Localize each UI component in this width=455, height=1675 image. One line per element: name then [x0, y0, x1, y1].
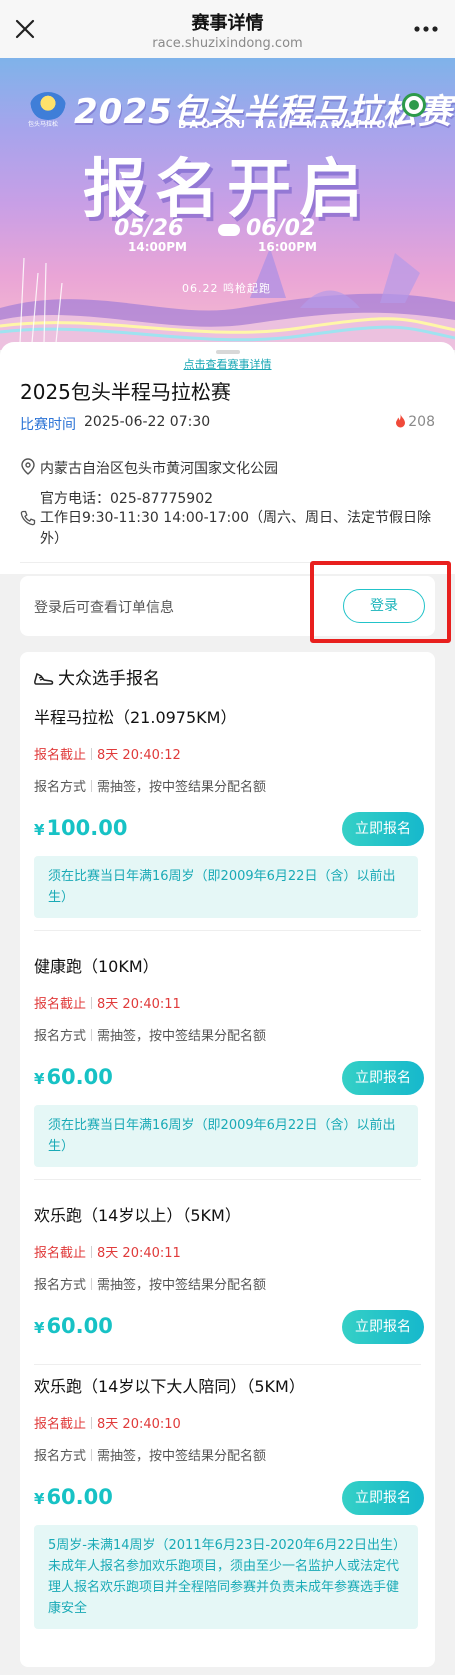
event-price: ¥60.00	[34, 1314, 113, 1338]
event-deadline: 报名截止 8天 20:40:12	[34, 744, 181, 763]
banner-time-start: 14:00PM	[128, 240, 187, 254]
event-method: 报名方式 需抽签，按中签结果分配名额	[34, 1025, 266, 1044]
method-value: 需抽签，按中签结果分配名额	[97, 1449, 267, 1464]
event-note: 须在比赛当日年满16周岁（即2009年6月22日（含）以前出生）	[34, 1105, 418, 1167]
official-phone[interactable]: 官方电话：025-87775902	[40, 488, 213, 508]
price-value: 60.00	[46, 1485, 113, 1509]
currency-symbol: ¥	[34, 821, 45, 839]
deadline-label: 报名截止	[34, 1417, 87, 1432]
banner-date-end: 06/02	[246, 216, 316, 241]
event-note: 须在比赛当日年满16周岁（即2009年6月22日（含）以前出生）	[34, 856, 418, 918]
more-dots-icon[interactable]	[411, 17, 441, 41]
banner-subtitle: BAOTOU HALF MARATHON	[178, 118, 401, 131]
event-price: ¥100.00	[34, 816, 127, 840]
event-method: 报名方式 需抽签，按中签结果分配名额	[34, 1445, 266, 1464]
event-name: 欢乐跑（14岁以上）（5KM）	[34, 1206, 241, 1225]
race-address: 内蒙古自治区包头市黄河国家文化公园	[40, 461, 278, 477]
divider	[34, 1179, 421, 1180]
event-deadline: 报名截止 8天 20:40:11	[34, 993, 181, 1012]
race-time-label: 比赛时间	[20, 417, 76, 433]
sponsor-logo	[402, 93, 426, 117]
events-section-label: 大众选手报名	[58, 669, 160, 689]
event-name: 欢乐跑（14岁以下大人陪同）（5KM）	[34, 1377, 305, 1396]
currency-symbol: ¥	[34, 1070, 45, 1088]
location-pin-icon	[21, 458, 35, 475]
event-price: ¥60.00	[34, 1485, 113, 1509]
popularity-count: 208	[395, 414, 435, 430]
event-deadline: 报名截止 8天 20:40:10	[34, 1413, 181, 1432]
events-card: 大众选手报名 半程马拉松（21.0975KM） 报名截止 8天 20:40:12 …	[20, 652, 435, 1667]
event-deadline: 报名截止 8天 20:40:11	[34, 1242, 181, 1261]
banner-time-end: 16:00PM	[258, 240, 317, 254]
top-nav-bar: 赛事详情 race.shuzixindong.com	[0, 0, 455, 58]
register-button[interactable]: 立即报名	[342, 812, 424, 846]
view-details-link[interactable]: 点击查看赛事详情	[0, 356, 455, 372]
register-button[interactable]: 立即报名	[342, 1061, 424, 1095]
price-value: 100.00	[46, 816, 128, 840]
deadline-label: 报名截止	[34, 997, 87, 1012]
highlight-box	[310, 561, 451, 643]
separator	[91, 1278, 93, 1290]
currency-symbol: ¥	[34, 1490, 45, 1508]
event-logo-caption: 包头马拉松	[28, 121, 59, 128]
method-label: 报名方式	[34, 1278, 87, 1293]
register-button[interactable]: 立即报名	[342, 1310, 424, 1344]
separator	[91, 1449, 93, 1461]
separator	[91, 1417, 93, 1429]
separator	[91, 1246, 93, 1258]
login-hint: 登录后可查看订单信息	[34, 600, 174, 616]
separator	[91, 1029, 93, 1041]
event-name: 健康跑（10KM）	[34, 957, 159, 976]
event-banner[interactable]: 包头马拉松 2025包头半程马拉松赛 BAOTOU HALF MARATHON …	[0, 58, 455, 350]
deadline-countdown: 8天 20:40:12	[97, 748, 181, 763]
banner-date-start: 05/26	[114, 216, 184, 241]
event-method: 报名方式 需抽签，按中签结果分配名额	[34, 776, 266, 795]
register-button[interactable]: 立即报名	[342, 1481, 424, 1515]
deadline-countdown: 8天 20:40:10	[97, 1417, 181, 1432]
price-value: 60.00	[46, 1065, 113, 1089]
deadline-label: 报名截止	[34, 748, 87, 763]
method-label: 报名方式	[34, 1029, 87, 1044]
race-name: 2025包头半程马拉松赛	[20, 380, 231, 404]
method-label: 报名方式	[34, 780, 87, 795]
separator	[91, 748, 93, 760]
race-time: 2025-06-22 07:30	[84, 414, 211, 430]
event-method: 报名方式 需抽签，按中签结果分配名额	[34, 1274, 266, 1293]
separator	[91, 997, 93, 1009]
method-value: 需抽签，按中签结果分配名额	[97, 1278, 267, 1293]
page-title: 赛事详情	[191, 13, 264, 34]
popularity-value: 208	[408, 414, 435, 430]
date-arrow-icon	[218, 224, 240, 236]
event-name: 半程马拉松（21.0975KM）	[34, 708, 237, 727]
race-info-card: 点击查看赛事详情 2025包头半程马拉松赛 比赛时间 2025-06-22 07…	[0, 342, 455, 574]
running-shoe-icon	[34, 672, 54, 685]
divider	[34, 1364, 421, 1365]
event-price: ¥60.00	[34, 1065, 113, 1089]
office-hours: 工作日9:30-11:30 14:00-17:00（周六、周日、法定节假日除外）	[40, 510, 432, 547]
events-section-title: 大众选手报名	[34, 664, 160, 689]
method-value: 需抽签，按中签结果分配名额	[97, 1029, 267, 1044]
deadline-countdown: 8天 20:40:11	[97, 1246, 181, 1261]
method-value: 需抽签，按中签结果分配名额	[97, 780, 267, 795]
event-logo	[30, 92, 66, 120]
price-value: 60.00	[46, 1314, 113, 1338]
banner-start-note: 06.22 鸣枪起跑	[182, 282, 271, 295]
page-url: race.shuzixindong.com	[152, 36, 303, 51]
banner-headline: 报名开启	[83, 153, 371, 227]
method-label: 报名方式	[34, 1449, 87, 1464]
deadline-countdown: 8天 20:40:11	[97, 997, 181, 1012]
divider	[34, 930, 421, 931]
drag-handle[interactable]	[216, 350, 240, 354]
deadline-label: 报名截止	[34, 1246, 87, 1261]
currency-symbol: ¥	[34, 1319, 45, 1337]
event-note: 5周岁-未满14周岁（2011年6月23日-2020年6月22日出生）未成年人报…	[34, 1525, 418, 1629]
phone-icon	[20, 510, 36, 526]
flame-icon	[396, 414, 406, 428]
separator	[91, 780, 93, 792]
